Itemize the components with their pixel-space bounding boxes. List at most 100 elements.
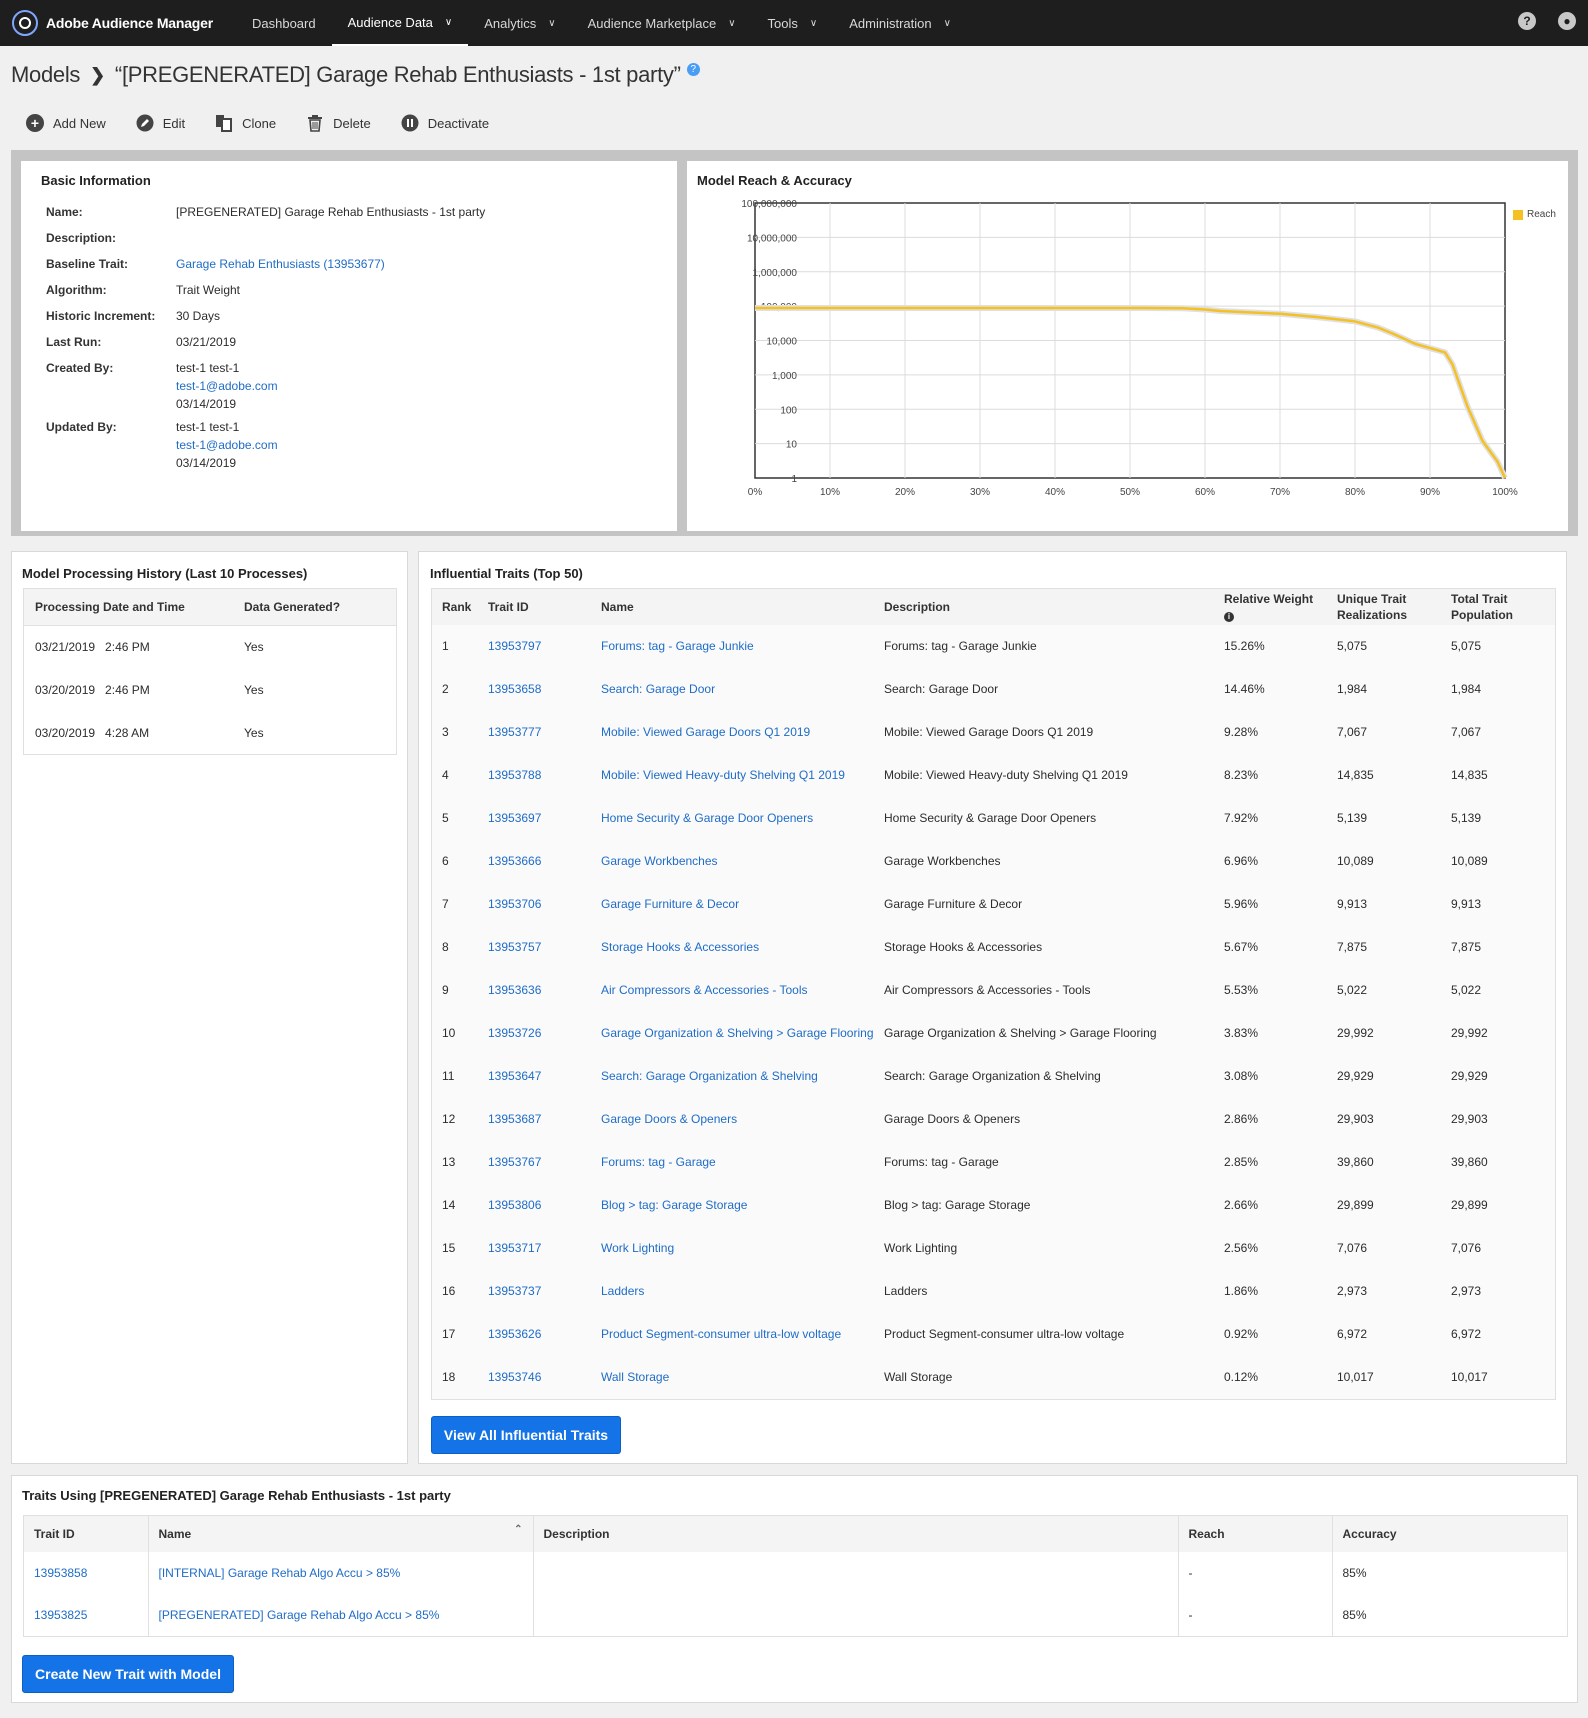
trait-id-link[interactable]: 13953757 (488, 926, 601, 969)
column-header-name[interactable]: Name (601, 589, 884, 625)
help-info-icon[interactable]: ? (686, 62, 700, 76)
nav-item-dashboard[interactable]: Dashboard (236, 0, 332, 46)
description-cell: Garage Furniture & Decor (884, 897, 1023, 911)
unique-realizations-cell: 29,929 (1337, 1069, 1374, 1083)
trait-id-link[interactable]: 13953706 (488, 883, 601, 926)
brand[interactable]: Adobe Audience Manager (0, 10, 236, 36)
unique-realizations-cell: 7,875 (1337, 940, 1368, 954)
x-tick-label: 60% (1195, 487, 1215, 498)
info-value-line: 03/21/2019 (176, 335, 237, 349)
help-icon[interactable]: ? (1518, 12, 1536, 30)
column-header[interactable]: Processing Date and Time (24, 589, 244, 625)
trait-name-link[interactable]: Home Security & Garage Door Openers (601, 797, 884, 840)
trait-id-link[interactable]: 13953726 (488, 1012, 601, 1055)
trait-id-link[interactable]: 13953626 (488, 1313, 601, 1356)
trait-name-link[interactable]: Garage Organization & Shelving > Garage … (601, 1012, 884, 1055)
nav-item-administration[interactable]: Administration ∨ (833, 0, 967, 46)
trait-id-link[interactable]: 13953806 (488, 1184, 601, 1227)
total-population-cell: 10,017 (1451, 1370, 1488, 1384)
trait-name-link[interactable]: Air Compressors & Accessories - Tools (601, 969, 884, 1012)
trait-id-link[interactable]: 13953825 (24, 1594, 149, 1636)
nav-item-tools[interactable]: Tools ∨ (752, 0, 834, 46)
create-new-trait-button[interactable]: Create New Trait with Model (22, 1655, 234, 1693)
clone-label: Clone (242, 115, 277, 131)
info-label: Updated By: (46, 420, 117, 434)
column-header-rank[interactable]: Rank (432, 589, 488, 625)
column-header-reach[interactable]: Reach (1178, 1516, 1333, 1552)
info-value-line: 30 Days (176, 309, 221, 323)
description-cell: Product Segment-consumer ultra-low volta… (884, 1327, 1125, 1341)
trait-name-link[interactable]: [PREGENERATED] Garage Rehab Algo Accu > … (148, 1594, 534, 1636)
trait-name-link[interactable]: Search: Garage Door (601, 668, 884, 711)
view-all-influential-traits-button[interactable]: View All Influential Traits (431, 1416, 621, 1454)
trait-id-link[interactable]: 13953717 (488, 1227, 601, 1270)
deactivate-button[interactable]: Deactivate (401, 114, 489, 132)
trait-id-link[interactable]: 13953737 (488, 1270, 601, 1313)
description-cell: Mobile: Viewed Heavy-duty Shelving Q1 20… (884, 768, 1128, 782)
trait-name-link[interactable]: Mobile: Viewed Garage Doors Q1 2019 (601, 711, 884, 754)
trait-name-link[interactable]: Garage Workbenches (601, 840, 884, 883)
trait-name-link[interactable]: Mobile: Viewed Heavy-duty Shelving Q1 20… (601, 754, 884, 797)
info-label: Algorithm: (46, 283, 107, 297)
column-header-description[interactable]: Description (884, 589, 1224, 625)
trait-name-link[interactable]: Forums: tag - Garage Junkie (601, 625, 884, 668)
add-new-button[interactable]: + Add New (26, 114, 106, 132)
trait-name-link[interactable]: Storage Hooks & Accessories (601, 926, 884, 969)
trait-id-link[interactable]: 13953858 (24, 1552, 149, 1594)
sort-ascending-icon[interactable]: ⌃ (514, 1524, 522, 1535)
trait-name-link[interactable]: Garage Furniture & Decor (601, 883, 884, 926)
info-link[interactable]: test-1@adobe.com (176, 377, 616, 395)
nav-item-audience-marketplace[interactable]: Audience Marketplace ∨ (572, 0, 752, 46)
total-population-cell: 14,835 (1451, 768, 1488, 782)
edit-button[interactable]: Edit (136, 114, 185, 132)
nav-item-analytics[interactable]: Analytics ∨ (468, 0, 571, 46)
x-tick-label: 50% (1120, 487, 1140, 498)
trait-id-link[interactable]: 13953746 (488, 1356, 601, 1399)
column-header-description[interactable]: Description (533, 1516, 1179, 1552)
trait-name-link[interactable]: Garage Doors & Openers (601, 1098, 884, 1141)
trait-name-link[interactable]: Product Segment-consumer ultra-low volta… (601, 1313, 884, 1356)
info-icon[interactable]: i (1224, 612, 1234, 622)
trait-name-link[interactable]: [INTERNAL] Garage Rehab Algo Accu > 85% (148, 1552, 534, 1594)
description-cell: Storage Hooks & Accessories (884, 940, 1043, 954)
trait-id-link[interactable]: 13953797 (488, 625, 601, 668)
info-label: Last Run: (46, 335, 102, 349)
trait-name-link[interactable]: Search: Garage Organization & Shelving (601, 1055, 884, 1098)
column-header-unique-realizations[interactable]: Unique Trait Realizations (1337, 589, 1451, 625)
info-link[interactable]: test-1@adobe.com (176, 436, 616, 454)
trait-id-link[interactable]: 13953666 (488, 840, 601, 883)
trait-id-link[interactable]: 13953658 (488, 668, 601, 711)
column-header-relative-weight[interactable]: Relative Weight i (1224, 589, 1337, 625)
column-header-accuracy[interactable]: Accuracy (1332, 1516, 1567, 1552)
trait-id-link[interactable]: 13953788 (488, 754, 601, 797)
nav-item-audience-data[interactable]: Audience Data ∨ (331, 0, 469, 46)
column-header-trait-id[interactable]: Trait ID (488, 589, 601, 625)
clone-icon (215, 114, 233, 132)
info-label: Created By: (46, 361, 114, 375)
column-header-total-population[interactable]: Total Trait Population (1451, 589, 1555, 625)
trait-id-link[interactable]: 13953636 (488, 969, 601, 1012)
trait-id-link[interactable]: 13953777 (488, 711, 601, 754)
trait-id-link[interactable]: 13953687 (488, 1098, 601, 1141)
delete-button[interactable]: Delete (306, 114, 371, 132)
breadcrumb-models-link[interactable]: Models (11, 62, 80, 88)
trait-name-link[interactable]: Work Lighting (601, 1227, 884, 1270)
column-header[interactable]: Data Generated? (244, 589, 396, 625)
column-header-name[interactable]: Name ⌃ (148, 1516, 534, 1552)
user-avatar-icon[interactable]: ● (1558, 12, 1576, 30)
trait-name-link[interactable]: Forums: tag - Garage (601, 1141, 884, 1184)
table-row: 6 13953666 Garage Workbenches Garage Workbe… (432, 840, 1555, 883)
clone-button[interactable]: Clone (215, 114, 276, 132)
column-header-trait-id[interactable]: Trait ID (24, 1516, 149, 1552)
trait-id-link[interactable]: 13953767 (488, 1141, 601, 1184)
rank-cell: 15 (442, 1241, 456, 1255)
nav-item-label: Analytics (484, 15, 537, 31)
info-value-line: [PREGENERATED] Garage Rehab Enthusiasts … (176, 205, 486, 219)
relative-weight-cell: 2.86% (1224, 1112, 1259, 1126)
trait-name-link[interactable]: Ladders (601, 1270, 884, 1313)
trait-id-link[interactable]: 13953697 (488, 797, 601, 840)
info-link[interactable]: Garage Rehab Enthusiasts (13953677) (176, 255, 616, 273)
trait-name-link[interactable]: Blog > tag: Garage Storage (601, 1184, 884, 1227)
trait-name-link[interactable]: Wall Storage (601, 1356, 884, 1399)
trait-id-link[interactable]: 13953647 (488, 1055, 601, 1098)
